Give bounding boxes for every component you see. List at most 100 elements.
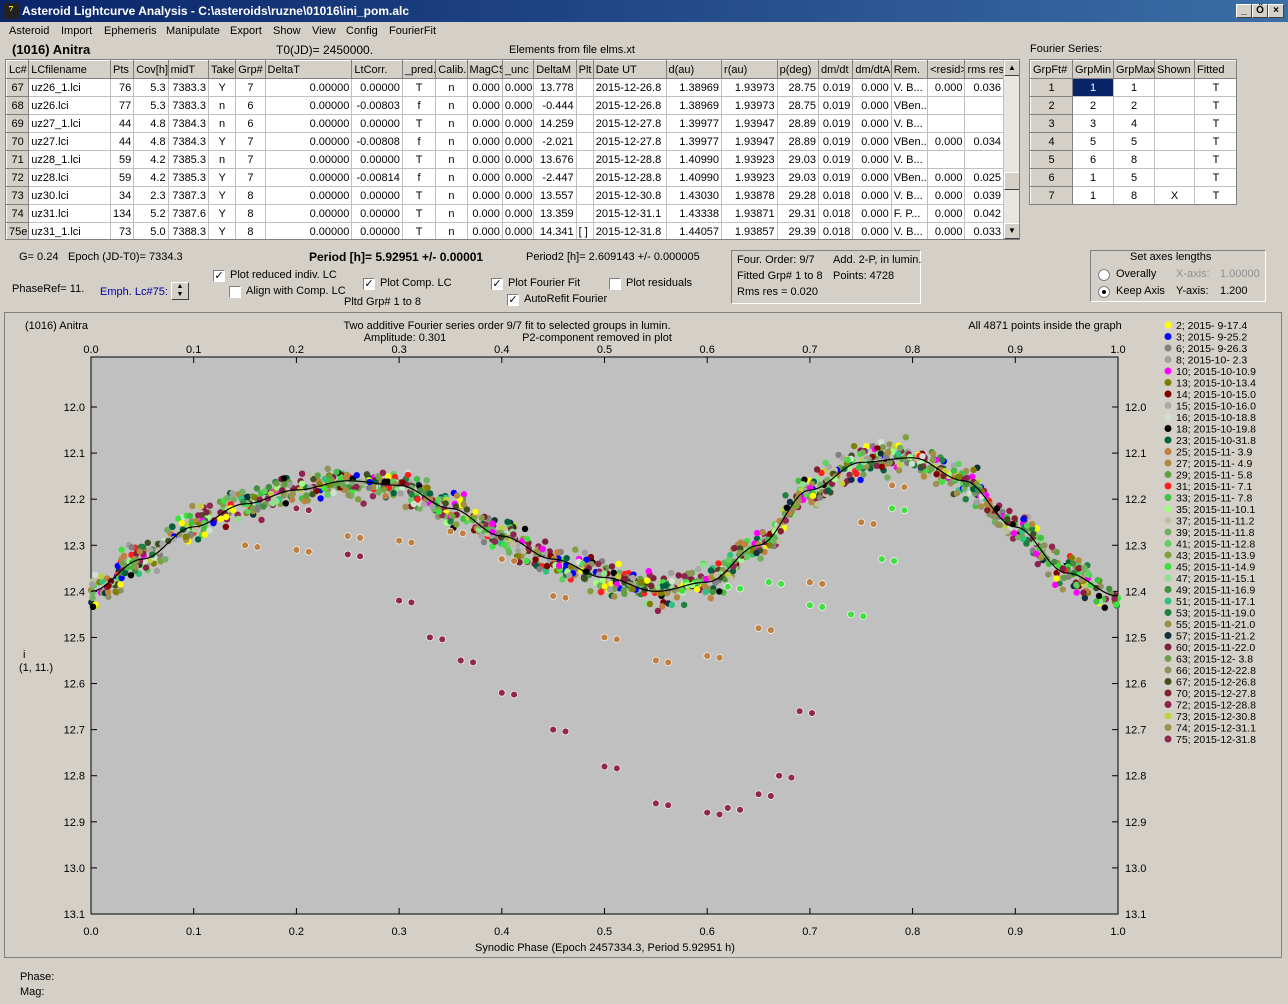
lc-cell[interactable]: 4.8 (133, 114, 169, 133)
lc-table-row[interactable]: 69 uz27_1.lci 44 4.8 7384.3 n 6 0.00000 0.00000 T… (6, 114, 1004, 133)
lc-col-header[interactable]: rms res (964, 60, 1004, 79)
lc-cell[interactable]: Y (207, 168, 237, 187)
lc-cell[interactable]: 0.000 (466, 78, 503, 97)
lc-cell[interactable]: 0.00000 (264, 132, 353, 151)
lc-cell[interactable]: F. P... (890, 204, 929, 223)
lc-cell[interactable]: T (401, 186, 437, 205)
lc-cell[interactable]: 0.000 (466, 168, 503, 187)
lc-cell[interactable]: 44 (110, 132, 135, 151)
fourier-cell[interactable]: 8 (1113, 150, 1155, 169)
menu-config[interactable]: Config (346, 25, 378, 37)
lc-col-header[interactable]: midT (167, 60, 209, 79)
lc-col-header[interactable]: dm/dt (817, 60, 854, 79)
lc-cell[interactable]: 5.0 (133, 222, 169, 239)
lc-cell[interactable]: 0.000 (852, 168, 892, 187)
lc-cell[interactable]: Y (207, 222, 237, 239)
lc-table-row[interactable]: 72 uz28.lci 59 4.2 7385.3 Y 7 0.00000 -0.00814 f n… (6, 168, 1004, 187)
x-axis-length[interactable]: 1.00000 (1220, 268, 1260, 280)
lc-cell[interactable]: 1.40990 (665, 150, 723, 169)
lc-cell[interactable]: 0.00000 (351, 150, 403, 169)
lc-cell[interactable] (964, 114, 1004, 133)
lc-cell[interactable]: 1.93947 (721, 132, 778, 151)
fourier-row-header[interactable]: 6 (1030, 168, 1073, 187)
lc-cell[interactable]: 6 (235, 96, 266, 115)
lc-col-header[interactable]: DeltaT (264, 60, 353, 79)
fourier-cell[interactable]: T (1194, 186, 1236, 204)
menu-fourierfit[interactable]: FourierFit (389, 25, 436, 37)
lc-cell[interactable]: -0.444 (533, 96, 577, 115)
fourier-cell[interactable]: X (1154, 186, 1195, 204)
lc-cell[interactable]: 6 (235, 114, 266, 133)
lc-cell[interactable]: 29.39 (776, 222, 820, 239)
lc-cell[interactable]: 2015-12-31.8 (592, 222, 667, 239)
lc-cell[interactable]: 0.00000 (351, 186, 403, 205)
lc-table-row[interactable]: 67 uz26_1.lci 76 5.3 7383.3 Y 7 0.00000 0.00000 T… (6, 78, 1004, 97)
close-button[interactable]: × (1268, 4, 1284, 18)
emph-spinner[interactable]: ▲ ▼ (171, 282, 189, 300)
lc-cell[interactable]: 28.89 (776, 132, 820, 151)
lc-cell[interactable]: 0.000 (852, 96, 892, 115)
menu-show[interactable]: Show (273, 25, 301, 37)
lc-cell[interactable]: 2015-12-28.8 (592, 168, 667, 187)
lc-col-header[interactable]: _pred. (401, 60, 437, 79)
lc-col-header[interactable]: dm/dtA (852, 60, 892, 79)
lc-cell[interactable]: 1.93871 (721, 204, 778, 223)
lc-cell[interactable]: 7384.3 (167, 114, 209, 133)
lightcurve-plot-panel[interactable]: (1016) Anitra Two additive Fourier serie… (4, 312, 1282, 958)
lc-cell[interactable]: 0.033 (964, 222, 1004, 239)
fourier-cell[interactable]: 2 (1072, 96, 1114, 115)
fourier-cell[interactable]: 3 (1072, 114, 1114, 133)
lc-cell[interactable]: 7 (235, 78, 266, 97)
lc-cell[interactable]: 14.259 (533, 114, 577, 133)
lc-cell[interactable]: n (207, 96, 237, 115)
fourier-row-header[interactable]: 3 (1030, 114, 1073, 133)
lc-cell[interactable]: 4.2 (133, 168, 169, 187)
fourier-cell[interactable]: 1 (1113, 78, 1155, 97)
fourier-cell[interactable] (1154, 78, 1195, 97)
lc-col-header[interactable]: _unc (501, 60, 535, 79)
fourier-row-header[interactable]: 7 (1030, 186, 1073, 204)
lc-cell[interactable]: 7387.6 (167, 204, 209, 223)
lc-cell[interactable]: 0.000 (466, 150, 503, 169)
lc-col-header[interactable]: Take (207, 60, 237, 79)
lc-cell[interactable]: 1.43030 (665, 186, 723, 205)
lc-cell[interactable]: V. B... (890, 78, 929, 97)
align-checkbox[interactable] (229, 286, 241, 298)
lc-cell[interactable]: 0.019 (817, 132, 854, 151)
lc-cell[interactable]: 0.00000 (264, 168, 353, 187)
lc-cell[interactable]: 0.00000 (264, 204, 353, 223)
lc-cell[interactable]: 0.000 (501, 168, 535, 187)
lc-cell[interactable]: 8 (235, 186, 266, 205)
lc-cell[interactable]: 13.676 (533, 150, 577, 169)
lc-cell[interactable]: 7 (235, 168, 266, 187)
menu-export[interactable]: Export (230, 25, 262, 37)
lc-cell[interactable]: 0.000 (501, 186, 535, 205)
lc-cell[interactable]: 73 (110, 222, 135, 239)
lc-cell[interactable]: 7385.3 (167, 168, 209, 187)
lc-col-header[interactable]: Grp# (235, 60, 266, 79)
lc-col-header[interactable]: Pts (110, 60, 135, 79)
lc-row-header[interactable]: 68 (6, 96, 30, 115)
lc-table-row[interactable]: 73 uz30.lci 34 2.3 7387.3 Y 8 0.00000 0.00000 Tn 0… (6, 186, 1004, 205)
lc-cell[interactable]: 1.40990 (665, 168, 723, 187)
lc-cell[interactable]: 0.00000 (264, 150, 353, 169)
fourier-row-header[interactable]: 2 (1030, 96, 1073, 115)
lc-cell[interactable]: 0.025 (964, 168, 1004, 187)
fourier-row-header[interactable]: 5 (1030, 150, 1073, 169)
lc-cell[interactable]: 134 (110, 204, 135, 223)
lc-cell[interactable]: 0.00000 (264, 222, 353, 239)
fourier-cell[interactable]: 5 (1113, 132, 1155, 151)
lc-cell[interactable]: 0.000 (466, 96, 503, 115)
lc-cell[interactable]: 28.75 (776, 96, 820, 115)
fourier-table-row[interactable]: 568 T (1030, 150, 1236, 169)
lc-cell[interactable]: n (435, 114, 468, 133)
fourier-cell[interactable] (1154, 96, 1195, 115)
lc-cell[interactable]: 0.000 (466, 204, 503, 223)
lc-cell[interactable]: 1.93878 (721, 186, 778, 205)
lc-cell[interactable] (575, 78, 594, 97)
lc-cell[interactable]: 0.000 (927, 78, 966, 97)
lc-cell[interactable]: T (401, 222, 437, 239)
lc-cell[interactable]: -0.00808 (351, 132, 403, 151)
lc-cell[interactable]: 29.03 (776, 168, 820, 187)
lc-cell[interactable]: 2015-12-30.8 (592, 186, 667, 205)
